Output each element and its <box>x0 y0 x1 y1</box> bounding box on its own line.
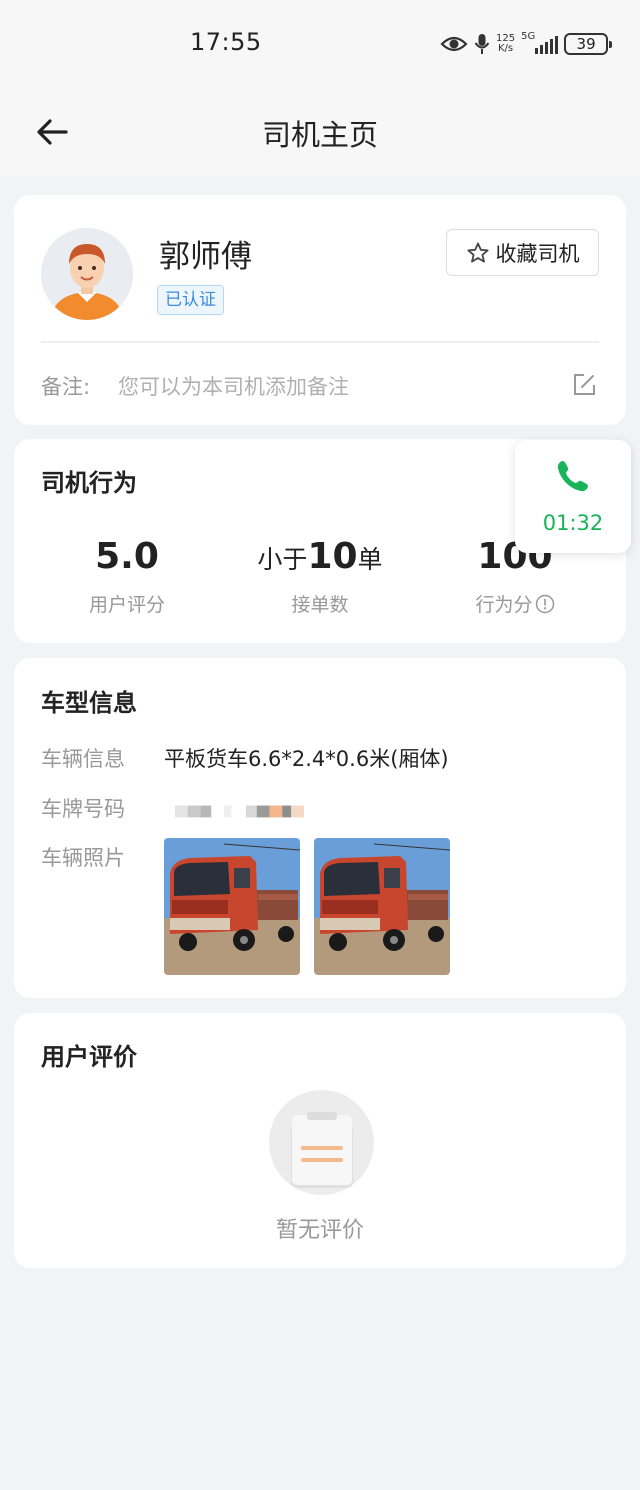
truck-image <box>164 838 300 975</box>
status-icons: 125 K/s 5G 39 <box>440 28 613 60</box>
nav-bar: 司机主页 <box>0 88 640 176</box>
favorite-driver-label: 收藏司机 <box>495 241 580 266</box>
photo-label: 车辆照片 <box>41 846 125 870</box>
stat-suffix: 单 <box>357 545 383 574</box>
driver-name: 郭师傅 <box>159 239 252 275</box>
plate-number-masked <box>174 805 304 818</box>
eye-icon <box>440 36 468 52</box>
edit-icon[interactable] <box>571 372 597 398</box>
driver-profile-card: 郭师傅 已认证 收藏司机 备注: 您可以为本司机添加备注 <box>14 195 626 425</box>
stat-label: 用户评分 <box>88 594 165 616</box>
empty-clipboard-icon <box>269 1090 374 1195</box>
behavior-title: 司机行为 <box>41 469 137 497</box>
star-outline-icon <box>467 242 488 262</box>
microphone-icon <box>474 34 490 54</box>
truck-photo[interactable] <box>314 838 450 975</box>
vehicle-info-label: 车辆信息 <box>41 747 125 771</box>
call-timer: 01:32 <box>542 511 604 535</box>
stat-order-count: 小于10单 接单数 <box>230 534 410 617</box>
page-title: 司机主页 <box>261 118 378 152</box>
stat-label: 行为分 <box>475 594 533 616</box>
remark-label: 备注: <box>41 375 91 399</box>
info-circle-icon[interactable] <box>535 594 555 614</box>
battery-icon: 39 <box>564 33 613 55</box>
favorite-driver-button[interactable]: 收藏司机 <box>446 229 599 276</box>
net-speed-unit: K/s <box>497 43 514 54</box>
stat-label: 接单数 <box>291 594 349 616</box>
driver-avatar <box>41 228 133 320</box>
stat-value: 小于10单 <box>230 534 410 580</box>
stat-number: 10 <box>307 536 358 577</box>
stat-prefix: 小于 <box>257 545 308 574</box>
remark-input[interactable]: 您可以为本司机添加备注 <box>118 371 349 401</box>
battery-level: 39 <box>576 35 596 53</box>
call-floating-widget[interactable]: 01:32 <box>515 440 631 553</box>
signal-icon: 5G <box>521 31 559 54</box>
truck-photo[interactable] <box>164 838 300 975</box>
reviews-title: 用户评价 <box>41 1043 137 1071</box>
verified-badge: 已认证 <box>157 285 224 315</box>
plate-label: 车牌号码 <box>41 797 125 821</box>
divider <box>41 341 599 343</box>
network-type: 5G <box>521 31 536 42</box>
vehicle-title: 车型信息 <box>41 689 137 717</box>
empty-reviews-text: 暂无评价 <box>275 1218 364 1243</box>
avatar-illustration <box>41 228 133 320</box>
truck-image <box>314 838 450 975</box>
status-time: 17:55 <box>190 28 262 56</box>
status-bar: 17:55 125 K/s 5G 39 <box>0 0 640 88</box>
net-speed: 125 K/s <box>496 34 515 54</box>
vehicle-info-value: 平板货车6.6*2.4*0.6米(厢体) <box>164 747 449 771</box>
stat-value: 5.0 <box>95 536 159 577</box>
phone-icon <box>557 461 588 492</box>
stat-user-rating: 5.0 用户评分 <box>37 534 217 617</box>
